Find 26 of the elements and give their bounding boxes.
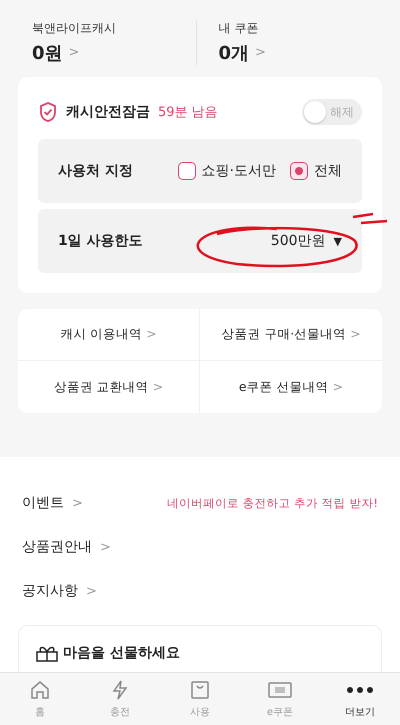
history-link[interactable]: 캐시 이용내역 > [18, 309, 200, 361]
shield-check-icon [38, 101, 58, 123]
home-icon [29, 679, 51, 701]
history-link[interactable]: 상품권 교환내역 > [18, 361, 200, 413]
history-link[interactable]: e쿠폰 선물내역 > [200, 361, 382, 413]
lock-title: 캐시안전잠금 [66, 103, 150, 121]
history-link[interactable]: 상품권 구매·선물내역 > [200, 309, 382, 361]
gift-title: 마음을 선물하세요 [63, 644, 180, 662]
summary-label: 북앤라이프캐시 [32, 20, 117, 36]
radio-option[interactable]: 전체 [290, 162, 342, 180]
summary-label: 내 쿠폰 [218, 20, 260, 36]
summary-value[interactable]: 0개 [218, 40, 250, 64]
usage-label: 사용처 지정 [58, 162, 133, 180]
radio-option[interactable]: 쇼핑·도서만 [178, 162, 276, 180]
gift-icon [35, 644, 59, 662]
promo-text[interactable]: 네이버페이로 충전하고 추가 적립 받자! [166, 496, 378, 510]
menu-link[interactable]: 공지사항 > [22, 582, 97, 600]
limit-label: 1일 사용한도 [58, 232, 143, 250]
menu-link[interactable]: 이벤트 > [22, 494, 83, 512]
menu-link[interactable]: 상품권안내 > [22, 538, 111, 556]
time-remaining: 59분 남음 [158, 104, 218, 121]
limit-dropdown[interactable]: 500만원 ▼ [270, 232, 342, 250]
more-icon [347, 687, 373, 693]
tab[interactable]: 더보기 [320, 673, 400, 725]
bag-icon [189, 679, 211, 701]
summary-value[interactable]: 0원 [32, 40, 63, 64]
